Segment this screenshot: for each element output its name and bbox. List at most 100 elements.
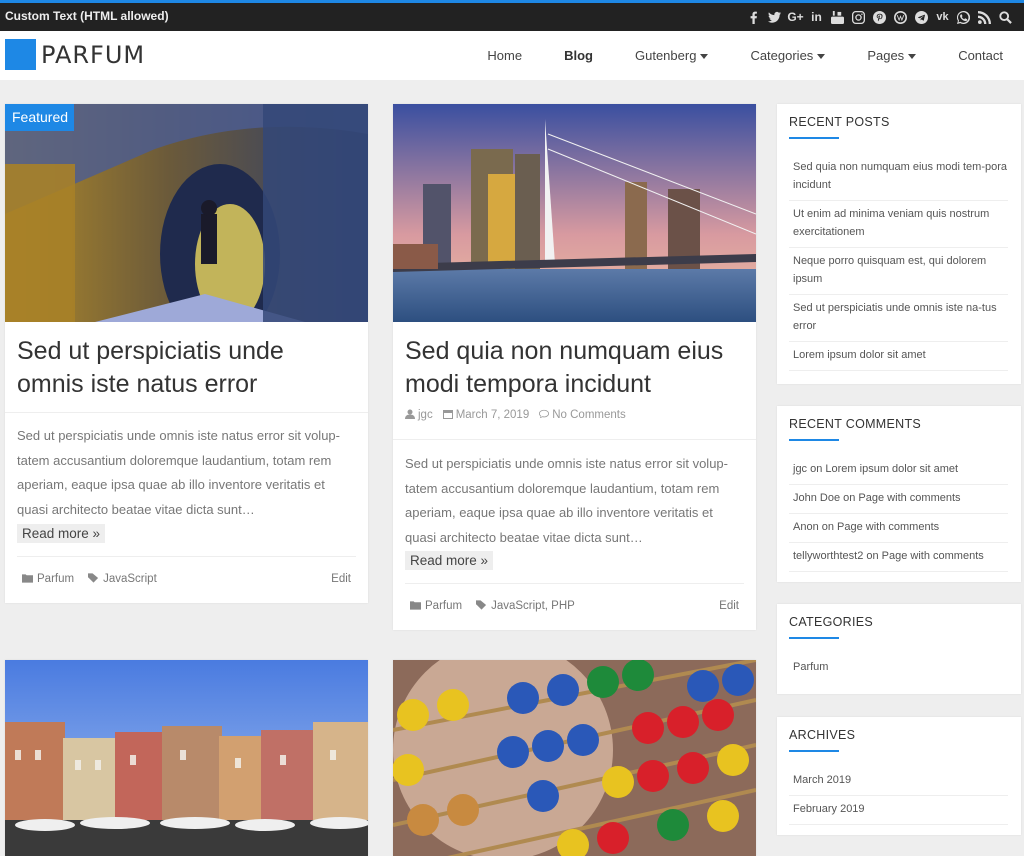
post-date[interactable]: March 7, 2019 (442, 409, 530, 421)
post-thumbnail[interactable] (5, 660, 368, 856)
post-card (5, 660, 368, 856)
calendar-icon (442, 410, 453, 419)
featured-badge: Featured (5, 104, 75, 131)
post-tags[interactable]: JavaScript (88, 573, 157, 585)
post-tags-label: JavaScript, PHP (491, 600, 575, 612)
post-thumbnail[interactable] (393, 660, 756, 856)
instagram-icon[interactable] (848, 9, 869, 26)
linkedin-icon[interactable]: in (806, 9, 827, 26)
nav-pages-label: Pages (867, 48, 905, 63)
post-category-label: Parfum (37, 573, 75, 585)
vk-icon[interactable]: vk (932, 9, 953, 26)
recent-comment-link[interactable]: John Doe on Page with comments (789, 485, 1008, 514)
widget-categories: CATEGORIES Parfum (777, 604, 1021, 694)
post-category[interactable]: Parfum (22, 573, 74, 585)
nav-pages[interactable]: Pages (846, 48, 937, 63)
wordpress-icon[interactable] (890, 9, 911, 26)
user-icon (405, 409, 415, 419)
telegram-icon[interactable] (911, 9, 932, 26)
custom-text: Custom Text (HTML allowed) (5, 9, 169, 23)
tag-icon (88, 573, 99, 583)
google-plus-icon[interactable]: G+ (785, 9, 806, 26)
post-title[interactable]: Sed quia non numquam eius modi tempora i… (405, 335, 745, 401)
category-link[interactable]: Parfum (789, 654, 1008, 682)
recent-post-link[interactable]: Ut enim ad minima veniam quis nostrum ex… (789, 201, 1008, 248)
widget-title: CATEGORIES (789, 615, 874, 629)
post-category[interactable]: Parfum (410, 600, 462, 612)
chevron-down-icon (817, 54, 826, 60)
logo-mark[interactable] (5, 39, 36, 70)
post-footer-divider (17, 556, 356, 557)
recent-comment-link[interactable]: tellyworthtest2 on Page with comments (789, 543, 1008, 572)
facebook-icon[interactable] (743, 9, 764, 26)
archive-link[interactable]: March 2019 (789, 767, 1008, 796)
site-header: PARFUM Home Blog Gutenberg Categories Pa… (0, 31, 1024, 80)
recent-comments-list: jgc on Lorem ipsum dolor sit amet John D… (789, 456, 1008, 572)
widget-title: RECENT COMMENTS (789, 417, 922, 431)
widget-title: RECENT POSTS (789, 115, 890, 129)
rss-icon[interactable] (974, 9, 995, 26)
chevron-down-icon (908, 54, 917, 60)
archives-list: March 2019 February 2019 (789, 767, 1008, 825)
nav-gutenberg-label: Gutenberg (635, 48, 697, 63)
widget-title-underline (789, 750, 839, 752)
recent-comment-link[interactable]: Anon on Page with comments (789, 514, 1008, 543)
youtube-icon[interactable] (827, 9, 848, 26)
post-comments[interactable]: No Comments (539, 409, 626, 421)
post-author[interactable]: jgc (405, 409, 433, 421)
edit-link[interactable]: Edit (719, 600, 739, 612)
top-bar: Custom Text (HTML allowed) G+ in vk (0, 0, 1024, 31)
nav-gutenberg[interactable]: Gutenberg (614, 48, 729, 63)
folder-icon (410, 601, 421, 610)
post-divider (5, 412, 368, 413)
post-date-label: March 7, 2019 (455, 409, 530, 421)
post-excerpt: Sed ut perspiciatis unde omnis iste natu… (405, 456, 728, 545)
tag-icon (476, 600, 487, 610)
social-links: G+ in vk (743, 9, 1016, 26)
widget-title-underline (789, 439, 839, 441)
widget-title-underline (789, 637, 839, 639)
twitter-icon[interactable] (764, 9, 785, 26)
read-more-button[interactable]: Read more » (405, 551, 494, 570)
nav-blog[interactable]: Blog (543, 48, 614, 63)
pinterest-icon[interactable] (869, 9, 890, 26)
comment-icon (539, 409, 550, 419)
categories-list: Parfum (789, 654, 1008, 682)
recent-posts-list: Sed quia non numquam eius modi tem-pora … (789, 154, 1008, 371)
recent-post-link[interactable]: Neque porro quisquam est, qui dolorem ip… (789, 248, 1008, 295)
search-icon[interactable] (995, 9, 1016, 26)
nav-home[interactable]: Home (466, 48, 543, 63)
post-tags-label: JavaScript (103, 573, 157, 585)
post-meta: jgc March 7, 2019 No Comments (405, 409, 626, 421)
post-thumbnail[interactable] (393, 104, 756, 322)
post-card: Featured Sed ut perspiciatis unde omnis … (5, 104, 368, 603)
nav-categories[interactable]: Categories (729, 48, 846, 63)
archive-link[interactable]: February 2019 (789, 796, 1008, 825)
main-navigation: Home Blog Gutenberg Categories Pages Con… (466, 31, 1024, 80)
whatsapp-icon[interactable] (953, 9, 974, 26)
post-card: Sed quia non numquam eius modi tempora i… (393, 104, 756, 630)
site-logo-text[interactable]: PARFUM (41, 41, 145, 69)
post-card (393, 660, 756, 856)
post-comments-label: No Comments (552, 409, 626, 421)
post-thumbnail[interactable]: Featured (5, 104, 368, 322)
post-title[interactable]: Sed ut perspiciatis unde omnis iste natu… (17, 335, 357, 401)
recent-post-link[interactable]: Sed quia non numquam eius modi tem-pora … (789, 154, 1008, 201)
post-tags[interactable]: JavaScript, PHP (476, 600, 575, 612)
post-footer-divider (405, 583, 744, 584)
widget-archives: ARCHIVES March 2019 February 2019 (777, 717, 1021, 835)
widget-title-underline (789, 137, 839, 139)
recent-post-link[interactable]: Lorem ipsum dolor sit amet (789, 342, 1008, 371)
post-excerpt: Sed ut perspiciatis unde omnis iste natu… (17, 428, 340, 517)
recent-comment-link[interactable]: jgc on Lorem ipsum dolor sit amet (789, 456, 1008, 485)
widget-recent-comments: RECENT COMMENTS jgc on Lorem ipsum dolor… (777, 406, 1021, 582)
nav-categories-label: Categories (750, 48, 814, 63)
post-category-label: Parfum (425, 600, 463, 612)
nav-contact[interactable]: Contact (937, 48, 1024, 63)
folder-icon (22, 574, 33, 583)
post-divider (393, 439, 756, 440)
recent-post-link[interactable]: Sed ut perspiciatis unde omnis iste na-t… (789, 295, 1008, 342)
edit-link[interactable]: Edit (331, 573, 351, 585)
widget-recent-posts: RECENT POSTS Sed quia non numquam eius m… (777, 104, 1021, 384)
read-more-button[interactable]: Read more » (17, 524, 106, 543)
